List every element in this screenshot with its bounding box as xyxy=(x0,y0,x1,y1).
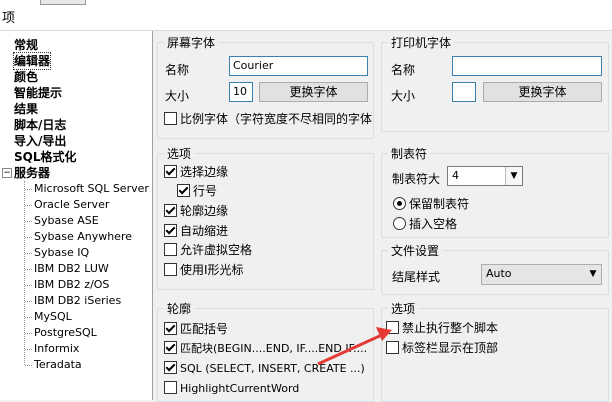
virtual-space-label: 允许虚拟空格 xyxy=(180,243,253,257)
outline-margin-checkbox[interactable]: 轮廓边缘 xyxy=(164,204,228,218)
checkbox-checked-icon xyxy=(164,165,177,178)
tree-item-servers[interactable]: 服务器 xyxy=(14,165,50,181)
tree-item-server[interactable]: Sybase IQ xyxy=(34,245,89,261)
tree-item-server[interactable]: IBM DB2 LUW xyxy=(34,261,109,277)
outline-legend: 轮廓 xyxy=(164,300,195,317)
checkbox-checked-icon xyxy=(164,224,177,237)
tree-item-server[interactable]: PostgreSQL xyxy=(34,325,97,341)
radio-icon xyxy=(393,217,406,230)
tabs-on-top-label: 标签栏显示在顶部 xyxy=(402,341,499,355)
tree-item-server[interactable]: Informix xyxy=(34,341,79,357)
proportional-font-label: 比例字体（字符宽度不尽相同的字体 xyxy=(180,112,373,126)
checkbox-icon xyxy=(386,341,399,354)
tree-item-sql-format[interactable]: SQL格式化 xyxy=(14,149,77,165)
keep-tabs-radio[interactable]: 保留制表符 xyxy=(393,197,469,211)
insert-spaces-label: 插入空格 xyxy=(409,217,458,231)
line-numbers-checkbox[interactable]: 行号 xyxy=(177,184,217,198)
checkbox-icon xyxy=(386,321,399,334)
title-bar: 项 xyxy=(0,0,612,31)
checkbox-checked-icon xyxy=(164,361,177,374)
clipped-toolbar-edge xyxy=(40,0,86,5)
checkbox-checked-icon xyxy=(164,322,177,335)
checkbox-icon xyxy=(164,243,177,256)
tree-item-server[interactable]: Microsoft SQL Server xyxy=(34,181,149,197)
window-title: 项 xyxy=(2,11,16,26)
options-tree[interactable]: 常规 编辑器 颜色 智能提示 结果 脚本/日志 导入/导出 SQL格式化 − 服… xyxy=(0,31,153,400)
file-settings-legend: 文件设置 xyxy=(388,242,443,259)
disable-run-script-checkbox[interactable]: 禁止执行整个脚本 xyxy=(386,321,498,335)
line-ending-value: Auto xyxy=(486,267,512,280)
screen-font-size-field[interactable]: 10 xyxy=(229,82,253,102)
printer-font-legend: 打印机字体 xyxy=(388,34,455,51)
tree-item-results[interactable]: 结果 xyxy=(14,101,38,117)
screen-font-change-button[interactable]: 更换字体 xyxy=(259,82,368,102)
printer-font-size-field[interactable] xyxy=(452,82,476,102)
line-ending-label: 结尾样式 xyxy=(392,270,441,284)
options-legend: 选项 xyxy=(164,145,195,162)
auto-indent-label: 自动缩进 xyxy=(180,224,229,238)
virtual-space-checkbox[interactable]: 允许虚拟空格 xyxy=(164,243,252,257)
select-margin-checkbox[interactable]: 选择边缘 xyxy=(164,165,228,179)
chevron-down-icon[interactable]: ▼ xyxy=(505,167,522,185)
highlight-word-checkbox[interactable]: HighlightCurrentWord xyxy=(164,381,299,396)
tab-size-label: 制表符大 xyxy=(392,172,441,186)
line-ending-select[interactable]: Auto ▼ xyxy=(481,264,602,285)
screen-font-legend: 屏幕字体 xyxy=(164,34,219,51)
keep-tabs-label: 保留制表符 xyxy=(409,197,470,211)
select-margin-label: 选择边缘 xyxy=(180,165,229,179)
tree-item-script-log[interactable]: 脚本/日志 xyxy=(14,117,66,133)
radio-selected-icon xyxy=(393,197,406,210)
printer-font-size-label: 大小 xyxy=(391,89,416,103)
match-brackets-checkbox[interactable]: 匹配括号 xyxy=(164,322,228,336)
tree-item-server[interactable]: Oracle Server xyxy=(34,197,109,213)
tab-size-value: 4 xyxy=(452,169,459,182)
tree-item-colors[interactable]: 颜色 xyxy=(14,69,38,85)
checkbox-checked-icon xyxy=(164,341,177,354)
collapse-icon[interactable]: − xyxy=(2,168,12,178)
checkbox-icon xyxy=(164,381,177,394)
tree-item-server[interactable]: Teradata xyxy=(34,357,82,373)
checkbox-icon xyxy=(164,263,177,276)
sql-keywords-checkbox[interactable]: SQL (SELECT, INSERT, CREATE ...) xyxy=(164,361,365,376)
tree-item-server[interactable]: IBM DB2 iSeries xyxy=(34,293,121,309)
tab-size-select[interactable]: 4 ▼ xyxy=(447,166,523,186)
tree-item-server[interactable]: IBM DB2 z/OS xyxy=(34,277,109,293)
tabs-legend: 制表符 xyxy=(388,145,431,162)
tree-item-server[interactable]: Sybase ASE xyxy=(34,213,99,229)
screen-font-size-label: 大小 xyxy=(165,89,190,103)
insert-spaces-radio[interactable]: 插入空格 xyxy=(393,217,457,231)
options2-legend: 选项 xyxy=(388,300,419,317)
line-numbers-label: 行号 xyxy=(193,184,218,198)
highlight-word-label: HighlightCurrentWord xyxy=(180,382,300,395)
printer-font-change-button[interactable]: 更换字体 xyxy=(483,82,602,102)
match-brackets-label: 匹配括号 xyxy=(180,322,229,336)
screen-font-name-field[interactable]: Courier xyxy=(229,56,368,76)
tree-connector-line xyxy=(24,181,25,365)
disable-run-script-label: 禁止执行整个脚本 xyxy=(402,321,499,335)
match-blocks-label: 匹配块(BEGIN....END, IF....END IF.... xyxy=(180,342,368,355)
screen-font-name-label: 名称 xyxy=(165,63,190,77)
tabs-on-top-checkbox[interactable]: 标签栏显示在顶部 xyxy=(386,341,498,355)
tree-item-editor[interactable]: 编辑器 xyxy=(12,52,52,70)
outline-margin-label: 轮廓边缘 xyxy=(180,204,229,218)
chevron-down-icon[interactable]: ▼ xyxy=(585,265,601,284)
proportional-font-checkbox[interactable]: 比例字体（字符宽度不尽相同的字体 xyxy=(164,112,372,126)
printer-font-name-field[interactable] xyxy=(452,56,602,76)
ibeam-cursor-label: 使用I形光标 xyxy=(180,263,244,277)
tree-item-general[interactable]: 常规 xyxy=(14,37,38,53)
tree-item-import-export[interactable]: 导入/导出 xyxy=(14,133,66,149)
printer-font-name-label: 名称 xyxy=(391,63,416,77)
ibeam-cursor-checkbox[interactable]: 使用I形光标 xyxy=(164,263,244,277)
checkbox-checked-icon xyxy=(164,204,177,217)
tree-item-server[interactable]: Sybase Anywhere xyxy=(34,229,132,245)
auto-indent-checkbox[interactable]: 自动缩进 xyxy=(164,224,228,238)
match-blocks-checkbox[interactable]: 匹配块(BEGIN....END, IF....END IF.... xyxy=(164,341,370,356)
sql-keywords-label: SQL (SELECT, INSERT, CREATE ...) xyxy=(180,362,365,375)
checkbox-checked-icon xyxy=(177,184,190,197)
checkbox-icon xyxy=(164,112,177,125)
tree-item-intellisense[interactable]: 智能提示 xyxy=(14,85,62,101)
tree-item-server[interactable]: MySQL xyxy=(34,309,72,325)
